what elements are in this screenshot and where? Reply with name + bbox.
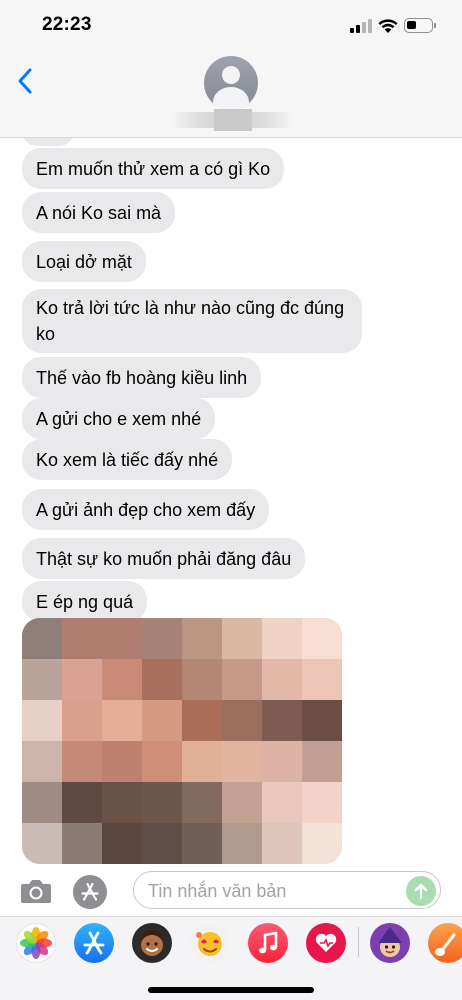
image-pixel-block [142, 823, 183, 864]
image-pixel-block [102, 782, 143, 824]
image-pixel-block [62, 659, 103, 701]
image-pixel-block [302, 823, 342, 864]
image-pixel-block [62, 741, 103, 783]
status-bar: 22:23 [0, 0, 462, 50]
message-text: E ép ng quá [36, 592, 134, 612]
message-text: A nói Ko sai mà [36, 203, 162, 223]
image-pixel-block [62, 782, 103, 824]
message-text: Thế vào fb hoàng kiều linh [36, 368, 248, 388]
conversation-header [0, 50, 462, 138]
chevron-left-icon[interactable] [14, 66, 38, 96]
message-bubble[interactable]: Thật sự ko muốn phải đăng đâu [22, 538, 306, 579]
message-text: A gửi ảnh đẹp cho xem đấy [36, 500, 256, 520]
message-bubble[interactable]: Em muốn thử xem a có gì Ko [22, 148, 285, 189]
image-pixel-block [22, 700, 63, 742]
image-pixel-block [182, 782, 223, 824]
image-pixel-block [302, 741, 342, 783]
message-input-placeholder: Tin nhắn văn bản [148, 881, 287, 901]
image-pixel-block [302, 659, 342, 701]
image-pixel-block [222, 659, 263, 701]
animoji-app-icon[interactable] [190, 923, 230, 963]
image-pixel-block [302, 700, 342, 742]
image-pixel-block [22, 823, 63, 864]
image-pixel-block [182, 618, 223, 660]
image-pixel-block [22, 618, 63, 660]
image-pixel-block [142, 700, 183, 742]
image-pixel-block [182, 659, 223, 701]
image-pixel-block [182, 700, 223, 742]
image-pixel-block [102, 741, 143, 783]
message-text: Em muốn thử xem a có gì Ko [36, 159, 271, 179]
image-pixel-block [142, 782, 183, 824]
tray-divider [358, 927, 359, 957]
image-pixel-block [222, 741, 263, 783]
image-pixel-block [142, 618, 183, 660]
image-pixel-block [102, 618, 143, 660]
wifi-icon [377, 16, 399, 34]
image-pixel-block [102, 700, 143, 742]
image-pixel-block [182, 741, 223, 783]
image-pixel-block [222, 782, 263, 824]
home-indicator[interactable] [148, 987, 314, 993]
image-pixel-block [62, 823, 103, 864]
image-pixel-block [262, 823, 303, 864]
message-bubble[interactable]: Ko trả lời tức là như nào cũng đc đúng k… [22, 289, 362, 353]
memoji-app-icon[interactable] [132, 923, 172, 963]
compose-bar: Tin nhắn văn bản [0, 868, 462, 916]
message-bubble[interactable]: E ép ng quá [22, 581, 148, 622]
image-pixel-block [22, 659, 63, 701]
message-bubble[interactable]: A nói Ko sai mà [22, 192, 176, 233]
app-store-icon[interactable] [73, 875, 107, 909]
image-pixel-block [262, 618, 303, 660]
image-pixel-block [222, 700, 263, 742]
image-attachment[interactable] [22, 618, 342, 864]
message-bubble-partial [22, 138, 74, 146]
message-list[interactable]: Em muốn thử xem a có gì Ko A nói Ko sai … [0, 138, 462, 868]
digital-touch-app-icon[interactable] [306, 923, 346, 963]
message-bubble[interactable]: A gửi ảnh đẹp cho xem đấy [22, 489, 270, 530]
image-pixel-block [262, 782, 303, 824]
image-pixel-block [262, 741, 303, 783]
music-app-icon[interactable] [248, 923, 288, 963]
message-text: Loại dở mặt [36, 252, 132, 272]
image-pixel-block [302, 782, 342, 824]
message-bubble[interactable]: Loại dở mặt [22, 241, 146, 282]
send-arrow-icon[interactable] [406, 876, 436, 906]
message-bubble[interactable]: Thế vào fb hoàng kiều linh [22, 357, 262, 398]
photos-app-icon[interactable] [16, 923, 56, 963]
message-text: Ko xem là tiếc đấy nhé [36, 450, 219, 470]
contact-avatar[interactable] [204, 56, 258, 110]
message-bubble[interactable]: Ko xem là tiếc đấy nhé [22, 439, 233, 480]
imessage-app-tray [0, 916, 462, 1000]
image-pixel-block [222, 618, 263, 660]
signal-icon [350, 19, 372, 33]
image-pixel-block [142, 741, 183, 783]
image-pixel-block [302, 618, 342, 660]
image-pixel-block [262, 700, 303, 742]
sticker-app-icon[interactable] [370, 923, 410, 963]
message-input[interactable]: Tin nhắn văn bản [133, 871, 441, 909]
message-text: Thật sự ko muốn phải đăng đâu [36, 549, 292, 569]
garageband-app-icon[interactable] [428, 923, 462, 963]
battery-icon [404, 18, 436, 33]
image-pixel-block [102, 659, 143, 701]
image-pixel-block [182, 823, 223, 864]
app-store-app-icon[interactable] [74, 923, 114, 963]
person-icon [222, 66, 240, 84]
image-pixel-block [22, 782, 63, 824]
camera-icon[interactable] [20, 878, 52, 904]
status-time: 22:23 [42, 14, 92, 35]
message-text: A gửi cho e xem nhé [36, 409, 202, 429]
image-pixel-block [62, 618, 103, 660]
image-pixel-block [102, 823, 143, 864]
contact-name-redacted[interactable] [170, 109, 294, 131]
image-pixel-block [262, 659, 303, 701]
image-pixel-block [142, 659, 183, 701]
image-pixel-block [22, 741, 63, 783]
message-text: Ko trả lời tức là như nào cũng đc đúng k… [36, 298, 345, 344]
image-pixel-block [222, 823, 263, 864]
message-bubble[interactable]: A gửi cho e xem nhé [22, 398, 216, 439]
image-pixel-block [62, 700, 103, 742]
